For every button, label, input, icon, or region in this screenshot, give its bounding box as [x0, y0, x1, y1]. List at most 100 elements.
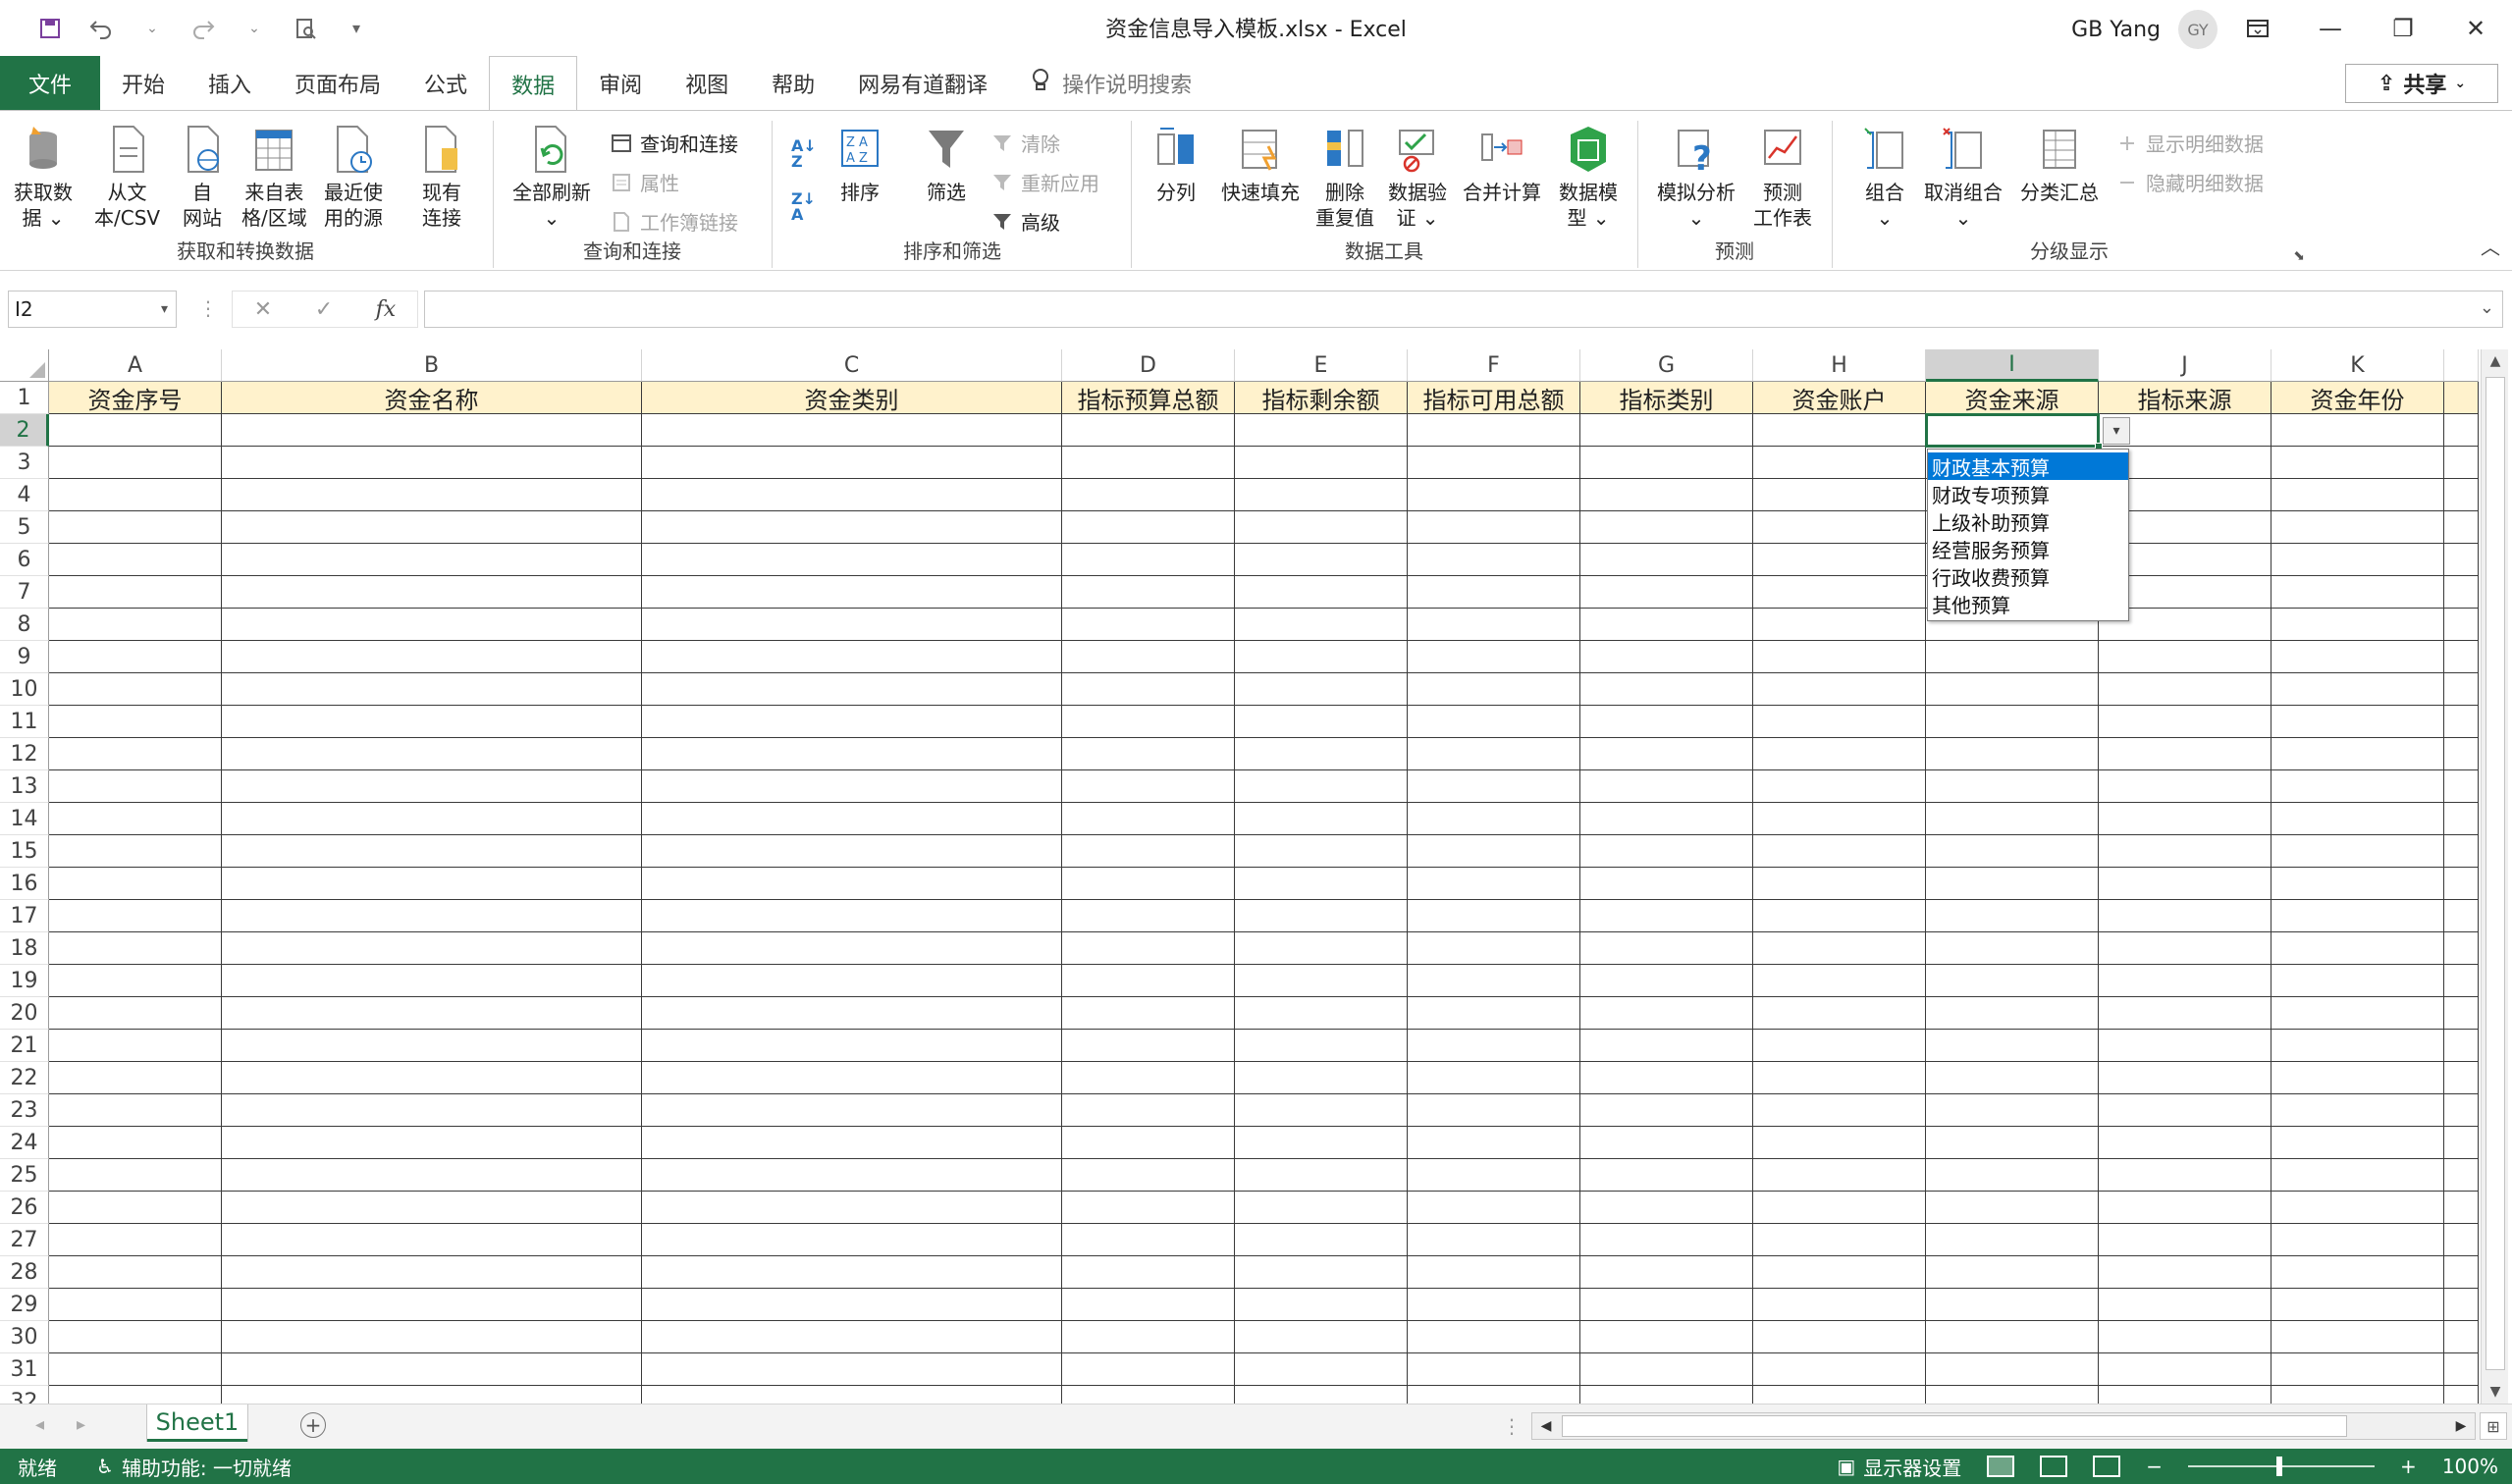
cell[interactable]: [222, 965, 642, 997]
cell[interactable]: [2099, 868, 2271, 900]
row-header-25[interactable]: 25: [0, 1159, 49, 1192]
scroll-left-icon[interactable]: ◀: [1534, 1415, 1558, 1437]
cell[interactable]: [2271, 1094, 2444, 1127]
tell-me-search[interactable]: 操作说明搜索: [1009, 56, 1213, 110]
cell[interactable]: [2444, 803, 2479, 835]
cell[interactable]: [1753, 868, 1926, 900]
cell[interactable]: [222, 1030, 642, 1062]
cell[interactable]: [1408, 706, 1580, 738]
cell[interactable]: [2099, 900, 2271, 932]
cell[interactable]: [1580, 641, 1753, 673]
cell[interactable]: [49, 576, 222, 609]
cell[interactable]: [1926, 835, 2099, 868]
cell[interactable]: [222, 1321, 642, 1353]
cell[interactable]: [49, 609, 222, 641]
cell[interactable]: [642, 770, 1062, 803]
cell[interactable]: [1235, 544, 1408, 576]
sheet-tab-sheet1[interactable]: Sheet1: [147, 1404, 247, 1442]
cell[interactable]: [49, 835, 222, 868]
cell[interactable]: [1408, 1030, 1580, 1062]
cell[interactable]: [1926, 738, 2099, 770]
cell[interactable]: [642, 1289, 1062, 1321]
cell[interactable]: [49, 1386, 222, 1404]
dropdown-option[interactable]: 财政专项预算: [1928, 480, 2128, 507]
cell[interactable]: [1753, 1289, 1926, 1321]
cell[interactable]: [1062, 447, 1235, 479]
cell[interactable]: [1235, 1192, 1408, 1224]
cell[interactable]: [2271, 511, 2444, 544]
formula-input[interactable]: ⌄: [424, 291, 2503, 328]
cell[interactable]: [1408, 673, 1580, 706]
cell[interactable]: [222, 673, 642, 706]
cell[interactable]: [49, 1030, 222, 1062]
cell[interactable]: [2271, 447, 2444, 479]
cell[interactable]: [1408, 1159, 1580, 1192]
dropdown-option[interactable]: 经营服务预算: [1928, 535, 2128, 562]
cell[interactable]: [2271, 1289, 2444, 1321]
cell[interactable]: [1062, 1094, 1235, 1127]
cell[interactable]: [642, 1386, 1062, 1404]
column-header-c[interactable]: C: [642, 349, 1062, 382]
cell[interactable]: [222, 1127, 642, 1159]
cell[interactable]: [1753, 447, 1926, 479]
cell[interactable]: [2271, 932, 2444, 965]
cell[interactable]: [1926, 673, 2099, 706]
advanced-filter-button[interactable]: 高级: [991, 207, 1060, 236]
horizontal-scrollbar[interactable]: ◀ ▶: [1531, 1412, 2476, 1440]
cell[interactable]: [2099, 738, 2271, 770]
cell[interactable]: [2271, 1386, 2444, 1404]
cell[interactable]: [49, 1289, 222, 1321]
cell[interactable]: [1753, 900, 1926, 932]
cell[interactable]: [1062, 1127, 1235, 1159]
cell[interactable]: [2271, 1192, 2444, 1224]
cell[interactable]: [222, 835, 642, 868]
tab-formulas[interactable]: 公式: [402, 56, 489, 110]
column-header-d[interactable]: D: [1062, 349, 1235, 382]
row-header-12[interactable]: 12: [0, 738, 49, 770]
add-button-icon[interactable]: ⊞: [2480, 1412, 2507, 1440]
properties-button[interactable]: 属性: [611, 168, 679, 196]
tab-page-layout[interactable]: 页面布局: [273, 56, 402, 110]
cell[interactable]: [1235, 1353, 1408, 1386]
restore-icon[interactable]: ❐: [2367, 0, 2439, 56]
cell[interactable]: [1580, 673, 1753, 706]
cell[interactable]: [1753, 1094, 1926, 1127]
clear-filter-button[interactable]: 清除: [991, 129, 1060, 157]
cell[interactable]: [2099, 1030, 2271, 1062]
cell[interactable]: [1408, 900, 1580, 932]
undo-icon[interactable]: [86, 14, 116, 43]
header-cell[interactable]: 指标可用总额: [1408, 382, 1580, 414]
cell[interactable]: [2271, 1062, 2444, 1094]
cell[interactable]: [1062, 1386, 1235, 1404]
enter-icon[interactable]: ✓: [315, 297, 333, 322]
cell[interactable]: [1753, 965, 1926, 997]
cell[interactable]: [1062, 1192, 1235, 1224]
cell[interactable]: [2444, 1224, 2479, 1256]
column-header-i[interactable]: I: [1926, 349, 2099, 382]
cell[interactable]: [1062, 1224, 1235, 1256]
cell[interactable]: [2444, 932, 2479, 965]
cell[interactable]: [49, 738, 222, 770]
column-header-f[interactable]: F: [1408, 349, 1580, 382]
cell[interactable]: [1580, 1256, 1753, 1289]
cell[interactable]: [1926, 1353, 2099, 1386]
page-layout-view-icon[interactable]: [2040, 1456, 2068, 1477]
cell[interactable]: [222, 706, 642, 738]
cell[interactable]: [49, 1192, 222, 1224]
tab-view[interactable]: 视图: [664, 56, 750, 110]
cell[interactable]: [1753, 673, 1926, 706]
cell[interactable]: [1408, 1289, 1580, 1321]
cell[interactable]: [1408, 738, 1580, 770]
cell[interactable]: [2444, 576, 2479, 609]
cell[interactable]: [2271, 706, 2444, 738]
cell[interactable]: [1580, 868, 1753, 900]
cell[interactable]: [2444, 1192, 2479, 1224]
cell[interactable]: [2444, 609, 2479, 641]
cell[interactable]: [49, 641, 222, 673]
cell[interactable]: [1926, 868, 2099, 900]
redo-dropdown-icon[interactable]: ⌄: [240, 14, 269, 43]
cell[interactable]: [1062, 868, 1235, 900]
cell[interactable]: [1580, 1386, 1753, 1404]
cell[interactable]: [642, 447, 1062, 479]
cell[interactable]: [1753, 1062, 1926, 1094]
